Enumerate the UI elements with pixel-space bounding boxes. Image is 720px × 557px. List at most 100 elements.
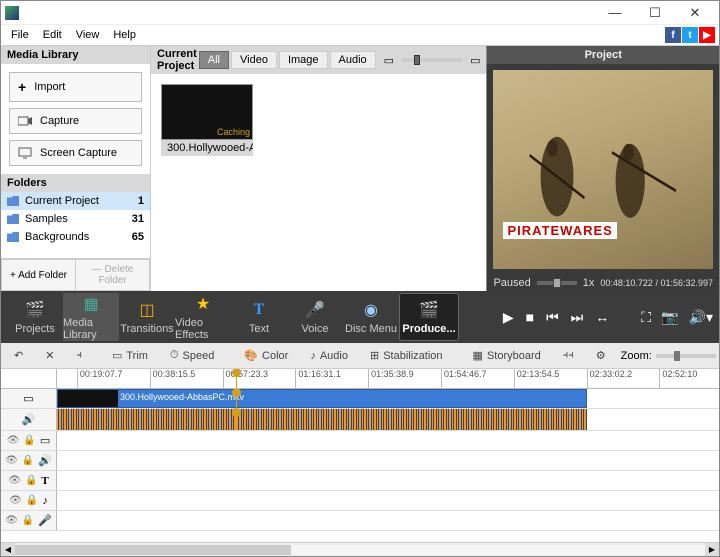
prev-frame-button[interactable]: ⏮ [546, 309, 559, 326]
video-effects-button[interactable]: ★ Video Effects [175, 293, 231, 341]
scrollbar-thumb[interactable] [15, 545, 291, 555]
eye-icon[interactable]: 👁 [9, 495, 22, 506]
delete-button[interactable]: ✕ [38, 346, 61, 365]
tracks-area: ▭ 300.Hollywooed-AbbasPC.mkv 🔊 👁🔒▭ 👁🔒🔊 [1, 389, 719, 542]
media-library-label: Media Library [63, 317, 119, 341]
audio-track-content[interactable] [57, 409, 719, 430]
filter-video[interactable]: Video [231, 51, 277, 69]
projects-button[interactable]: 🎬 Projects [7, 293, 63, 341]
disc-menu-button[interactable]: ◉ Disc Menu [343, 293, 399, 341]
snapshot-button[interactable]: 📷 [661, 309, 678, 326]
clip-filename: 300.Hollywooed-Abb... [167, 142, 253, 154]
play-button[interactable]: ▶ [503, 309, 514, 326]
overlay-track-1-content[interactable] [57, 431, 719, 450]
storyboard-button[interactable]: ▦Storyboard [466, 346, 548, 365]
folder-current-project[interactable]: Current Project 1 [1, 192, 150, 210]
undo-button[interactable]: ↶ [7, 346, 30, 365]
add-folder-button[interactable]: + Add Folder [1, 259, 75, 291]
twitter-icon[interactable]: t [682, 27, 698, 43]
storyboard-icon: ▦ [473, 349, 483, 362]
trim-button[interactable]: ▭Trim [105, 346, 155, 365]
clip-thumbnail[interactable]: Caching 300.Hollywooed-Abb... [161, 84, 253, 156]
playhead[interactable] [236, 369, 237, 388]
filter-image[interactable]: Image [279, 51, 328, 69]
paused-label: Paused [493, 277, 530, 289]
minimize-button[interactable]: — [595, 2, 635, 24]
lock-icon[interactable]: 🔒 [22, 455, 34, 466]
lock-icon[interactable]: 🔒 [25, 475, 37, 486]
volume-button[interactable]: 🔊▾ [689, 309, 713, 326]
delete-folder-button[interactable]: — Delete Folder [75, 259, 150, 291]
eye-icon[interactable]: 👁 [8, 475, 21, 486]
main-toolbar: 🎬 Projects ▦ Media Library ◫ Transitions… [1, 291, 719, 343]
preview-seek-slider[interactable] [537, 281, 577, 285]
zoom-slider[interactable] [656, 354, 716, 358]
time-ruler[interactable]: 00:19:07.700:38:15.500:57:23.301:16:31.1… [1, 369, 719, 389]
eye-icon[interactable]: 👁 [7, 435, 20, 446]
thumb-size-slider[interactable] [402, 58, 462, 62]
screen-capture-button[interactable]: Screen Capture [9, 140, 142, 166]
edit-toolbar: ↶ ✕ ⫞ ▭Trim ⏱Speed 🎨Color ♪Audio ⊞Stabil… [1, 343, 719, 369]
menubar: File Edit View Help f t ▶ [1, 25, 719, 45]
filter-audio[interactable]: Audio [330, 51, 376, 69]
menu-help[interactable]: Help [107, 27, 142, 43]
video-track-content[interactable]: 300.Hollywooed-AbbasPC.mkv [57, 389, 719, 408]
maximize-button[interactable]: ☐ [635, 2, 675, 24]
produce-button[interactable]: 🎬 Produce... [399, 293, 459, 341]
voice-track: 👁🔒🎤 [1, 511, 719, 531]
lock-icon[interactable]: 🔒 [22, 515, 34, 526]
loop-button[interactable]: ↔ [595, 309, 609, 325]
stop-button[interactable]: ■ [526, 309, 534, 325]
produce-label: Produce... [402, 323, 455, 335]
lock-icon[interactable]: 🔒 [23, 435, 35, 446]
menu-view[interactable]: View [70, 27, 106, 43]
clip-label: 300.Hollywooed-AbbasPC.mkv [120, 392, 244, 402]
text-track-content[interactable] [57, 471, 719, 490]
voice-track-content[interactable] [57, 511, 719, 530]
capture-button[interactable]: Capture [9, 108, 142, 134]
scroll-right-button[interactable]: ▶ [705, 543, 719, 557]
audio-clip[interactable] [57, 409, 587, 430]
folder-count: 31 [132, 213, 144, 225]
stabilization-button[interactable]: ⊞Stabilization [363, 346, 450, 365]
scroll-left-button[interactable]: ◀ [1, 543, 15, 557]
eye-icon[interactable]: 👁 [5, 515, 18, 526]
menu-edit[interactable]: Edit [37, 27, 68, 43]
import-button[interactable]: + Import [9, 72, 142, 102]
thumbnail-image: Caching [161, 84, 253, 140]
menu-file[interactable]: File [5, 27, 35, 43]
lock-icon[interactable]: 🔒 [26, 495, 38, 506]
folder-samples[interactable]: Samples 31 [1, 210, 150, 228]
split-view-button[interactable]: ⫞⫞ [556, 346, 581, 365]
folder-backgrounds[interactable]: Backgrounds 65 [1, 228, 150, 246]
filter-all[interactable]: All [199, 51, 229, 69]
horizontal-scrollbar[interactable]: ◀ ▶ [1, 542, 719, 556]
overlay-audio-content[interactable] [57, 451, 719, 470]
media-library-button[interactable]: ▦ Media Library [63, 293, 119, 341]
settings-button[interactable]: ⚙ [589, 346, 613, 365]
music-track-content[interactable] [57, 491, 719, 510]
preview-viewport[interactable]: PIRATEWARES [493, 70, 713, 269]
color-button[interactable]: 🎨Color [237, 346, 295, 365]
close-button[interactable]: ✕ [675, 2, 715, 24]
text-button[interactable]: T Text [231, 293, 287, 341]
eye-icon[interactable]: 👁 [5, 455, 18, 466]
fullscreen-button[interactable]: ⛶ [641, 309, 651, 326]
next-frame-button[interactable]: ⏭ [571, 309, 584, 326]
palette-icon: 🎨 [244, 349, 258, 362]
thumb-size-small-icon[interactable]: ▭ [384, 54, 394, 67]
split-button[interactable]: ⫞ [69, 346, 89, 365]
speed-label: 1x [583, 277, 595, 289]
clip-thumbnails: Caching 300.Hollywooed-Abb... [151, 74, 486, 166]
app-icon [5, 6, 19, 20]
ruler-ticks: 00:19:07.700:38:15.500:57:23.301:16:31.1… [57, 369, 719, 388]
audio-button[interactable]: ♪Audio [303, 347, 355, 365]
facebook-icon[interactable]: f [665, 27, 681, 43]
youtube-icon[interactable]: ▶ [699, 27, 715, 43]
transitions-button[interactable]: ◫ Transitions [119, 293, 175, 341]
folder-label: Backgrounds [25, 231, 89, 243]
voice-button[interactable]: 🎤 Voice [287, 293, 343, 341]
video-clip[interactable]: 300.Hollywooed-AbbasPC.mkv [57, 389, 587, 408]
speed-button[interactable]: ⏱Speed [163, 346, 221, 365]
thumb-size-large-icon[interactable]: ▭ [470, 54, 480, 67]
